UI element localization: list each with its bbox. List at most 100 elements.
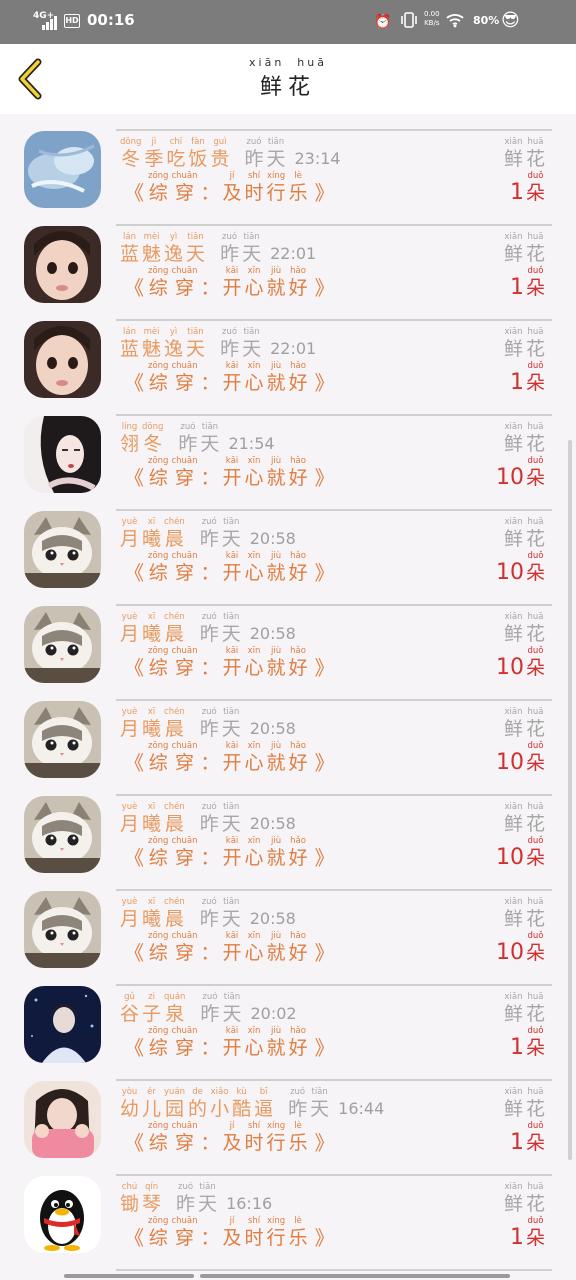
user-avatar[interactable] (24, 1176, 101, 1253)
yesterday-char: zuó 昨 (244, 137, 264, 170)
sender-name[interactable]: yuè 月 xī 曦 chén 晨 (120, 517, 188, 551)
quote-close: 》 (314, 181, 335, 205)
quote-open: 《 (124, 656, 144, 680)
gift-char: chuān 穿 (171, 741, 198, 774)
name-char: chén 晨 (164, 517, 185, 550)
sender-line: yuè 月 xī 曦 chén 晨 zuó 昨 tiān 天 20:58 (120, 802, 296, 836)
gift-record-list[interactable]: 《zōng综chuān穿：jí及shí时xíng行lè乐》1duǒ朵 dōng冬j… (0, 114, 576, 1280)
name-char: xī 曦 (142, 517, 162, 550)
name-char: qín 琴 (142, 1182, 162, 1215)
name-char: zi 子 (142, 992, 162, 1025)
gift-record-row[interactable]: yuè 月 xī 曦 chén 晨 zuó 昨 tiān 天 20:58 xiān 鲜 huā 花《 zōng… (0, 606, 576, 701)
sender-name[interactable]: gǔ 谷 zi 子 quán 泉 (120, 992, 188, 1026)
gift-count: 1 duǒ 朵 (510, 1216, 548, 1250)
sender-name[interactable]: líng 翎 dōng 冬 (120, 422, 166, 456)
sender-name[interactable]: yuè 月 xī 曦 chén 晨 (120, 897, 188, 931)
gift-record-row[interactable]: gǔ 谷 zi 子 quán 泉 zuó 昨 tiān 天 20:02 xiān 鲜 huā 花《 zōng 综… (0, 986, 576, 1081)
user-avatar[interactable] (24, 701, 101, 778)
sender-name[interactable]: lán 蓝 mèi 魅 yì 逸 tiān 天 (120, 327, 208, 361)
count-number: 10 (495, 560, 524, 585)
flower-char: xiān 鲜 (503, 232, 523, 265)
user-avatar[interactable] (24, 416, 101, 493)
gift-record-row[interactable]: líng 翎 dōng 冬 zuó 昨 tiān 天 21:54 xiān 鲜 huā 花《 zōng 综 c… (0, 416, 576, 511)
gift-record-row[interactable]: yuè 月 xī 曦 chén 晨 zuó 昨 tiān 天 20:58 xiān 鲜 huā 花《 zōng… (0, 511, 576, 606)
vibrate-icon (400, 12, 418, 32)
gift-char: lè 乐 (288, 1216, 308, 1249)
gift-record-row[interactable]: lán 蓝 mèi 魅 yì 逸 tiān 天 zuó 昨 tiān 天 22:01 xiān 鲜 huā 花《… (0, 226, 576, 321)
quote-close: 》 (314, 1036, 335, 1060)
count-number: 1 (509, 370, 524, 395)
count-number: 10 (495, 940, 524, 965)
user-avatar[interactable] (24, 226, 101, 303)
gift-record-row[interactable]: yuè 月 xī 曦 chén 晨 zuó 昨 tiān 天 20:58 xiān 鲜 huā 花《 zōng… (0, 701, 576, 796)
yesterday-label: zuó 昨 tiān 天 (200, 992, 244, 1026)
scrollbar[interactable] (568, 440, 572, 1160)
gift-record-row[interactable]: dōng 冬 jì 季 chī 吃 fàn 饭 guì 贵 zuó 昨 tiān 天 23:14 xiān 鲜 h… (0, 131, 576, 226)
unit-char: duǒ 朵 (525, 1026, 545, 1059)
name-char: yuè 月 (120, 517, 140, 550)
gift-record-row[interactable]: 《zōng综chuān穿：jí及shí时xíng行lè乐》1duǒ朵 (0, 114, 576, 131)
sender-name[interactable]: yuè 月 xī 曦 chén 晨 (120, 802, 188, 836)
name-char: guì 贵 (210, 137, 230, 170)
gift-record-row[interactable]: lán 蓝 mèi 魅 yì 逸 tiān 天 zuó 昨 tiān 天 22:01 xiān 鲜 huā 花《… (0, 321, 576, 416)
gift-char: xīn 心 (244, 931, 264, 964)
user-avatar[interactable] (24, 891, 101, 968)
sender-name[interactable]: dōng 冬 jì 季 chī 吃 fàn 饭 guì 贵 (120, 137, 232, 171)
gift-record-row[interactable]: chú 锄 qín 琴 zuó 昨 tiān 天 16:16 xiān 鲜 huā 花《 zōng 综 chu… (0, 1176, 576, 1271)
gift-message: 《 zōng 综 chuān 穿： kāi 开 xīn 心 jiù 就 hǎo 好》 (120, 1026, 339, 1060)
gift-char: chuān 穿 (171, 1216, 198, 1249)
gift-char: jiù 就 (266, 551, 286, 584)
user-avatar[interactable] (24, 321, 101, 398)
gift-message: 《 zōng 综 chuān 穿： kāi 开 xīn 心 jiù 就 hǎo 好》 (120, 931, 339, 965)
yesterday-char: tiān 天 (221, 517, 241, 550)
yesterday-label: zuó 昨 tiān 天 (200, 517, 244, 551)
gift-record-row[interactable]: yuè 月 xī 曦 chén 晨 zuó 昨 tiān 天 20:58 xiān 鲜 huā 花《 zōng… (0, 796, 576, 891)
name-char: tiān 天 (186, 232, 206, 265)
yesterday-char: zuó 昨 (199, 802, 219, 835)
sender-name[interactable]: yòu 幼 ér 儿 yuán 园 de 的 xiǎo 小 kù 酷 bī 逼 (120, 1087, 276, 1121)
signal-icon (42, 16, 60, 30)
yesterday-char: zuó 昨 (288, 1087, 308, 1120)
gift-type-label: xiān 鲜 huā 花 (504, 137, 548, 171)
sender-line: yuè 月 xī 曦 chén 晨 zuó 昨 tiān 天 20:58 (120, 612, 296, 646)
flower-char: xiān 鲜 (503, 422, 523, 455)
gift-char: xíng 行 (266, 171, 286, 204)
user-avatar[interactable] (24, 511, 101, 588)
yesterday-char: zuó 昨 (200, 992, 220, 1025)
gift-type-label: xiān 鲜 huā 花 (504, 992, 548, 1026)
name-char: chén 晨 (164, 612, 185, 645)
gift-char: zōng 综 (148, 646, 169, 679)
send-time: 20:58 (249, 529, 296, 548)
gift-record-row[interactable]: yòu 幼 ér 儿 yuán 园 de 的 xiǎo 小 kù 酷 bī 逼 zuó 昨 tiān 天 16:44… (0, 1081, 576, 1176)
gift-char: xíng 行 (266, 1216, 286, 1249)
gift-char: zōng 综 (148, 1121, 169, 1154)
sender-line: yuè 月 xī 曦 chén 晨 zuó 昨 tiān 天 20:58 (120, 707, 296, 741)
sender-name[interactable]: yuè 月 xī 曦 chén 晨 (120, 612, 188, 646)
quote-close: 》 (314, 751, 335, 775)
gift-record-row[interactable]: yuè 月 xī 曦 chén 晨 zuó 昨 tiān 天 20:58 xiān 鲜 huā 花《 zōng… (0, 891, 576, 986)
user-avatar[interactable] (24, 796, 101, 873)
send-time: 20:58 (249, 909, 296, 928)
gift-count: 1 duǒ 朵 (510, 361, 548, 395)
yesterday-label: zuó 昨 tiān 天 (200, 707, 244, 741)
gift-char: zōng 综 (148, 171, 169, 204)
flower-char: xiān 鲜 (503, 517, 523, 550)
user-avatar[interactable] (24, 131, 101, 208)
user-avatar[interactable] (24, 1081, 101, 1158)
sender-name[interactable]: chú 锄 qín 琴 (120, 1182, 164, 1216)
flower-char: huā 花 (525, 707, 545, 740)
gift-char: ： (200, 1227, 220, 1249)
gift-char: jí 及 (222, 171, 242, 204)
flower-char: huā 花 (525, 802, 545, 835)
user-avatar[interactable] (24, 986, 101, 1063)
yesterday-label: zuó 昨 tiān 天 (200, 897, 244, 931)
user-avatar[interactable] (24, 606, 101, 683)
flower-char: xiān 鲜 (503, 802, 523, 835)
gift-char: zōng 综 (148, 836, 169, 869)
quote-close: 》 (314, 941, 335, 965)
sender-name[interactable]: yuè 月 xī 曦 chén 晨 (120, 707, 188, 741)
gift-char: jí 及 (222, 1121, 242, 1154)
sender-name[interactable]: lán 蓝 mèi 魅 yì 逸 tiān 天 (120, 232, 208, 266)
flower-char: huā 花 (525, 612, 545, 645)
gift-char: zōng 综 (148, 361, 169, 394)
